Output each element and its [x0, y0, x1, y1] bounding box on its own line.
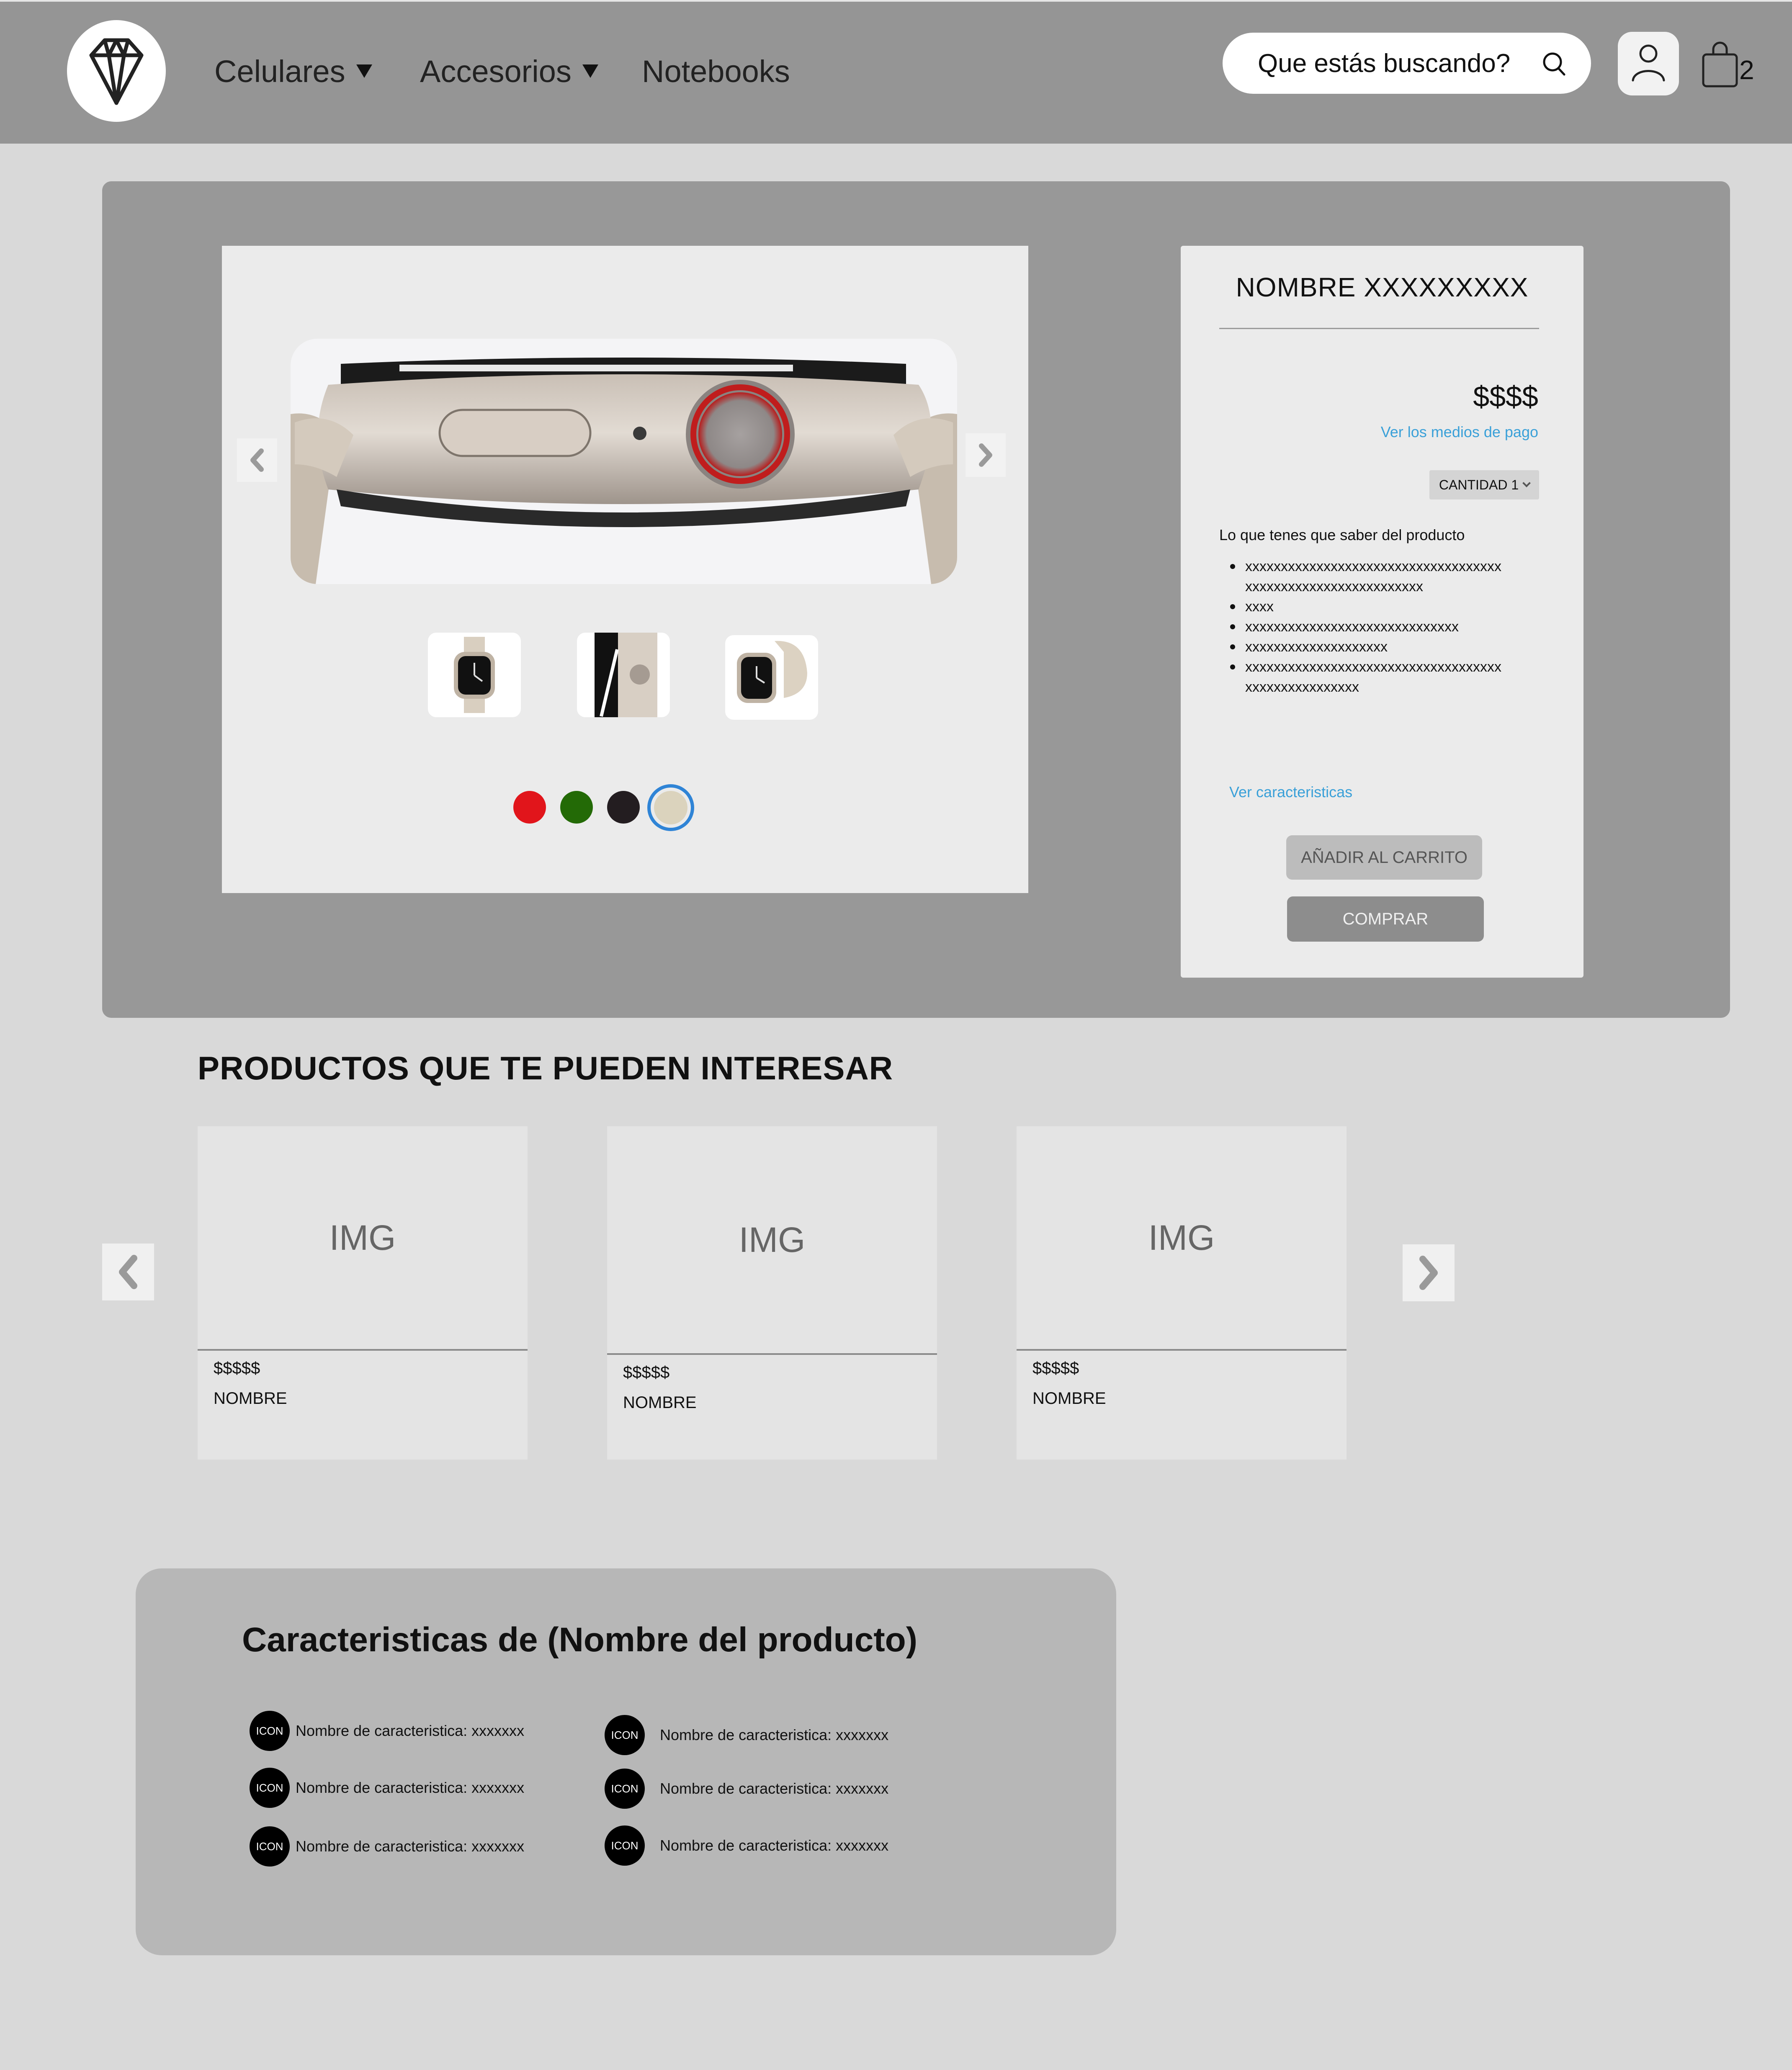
- search-placeholder: Que estás buscando?: [1258, 49, 1511, 78]
- product-card-image: IMG: [198, 1126, 528, 1351]
- nav-accesorios-label: Accesorios: [420, 54, 572, 89]
- list-item: xxxxxxxxxxxxxxxxxxxx: [1219, 637, 1504, 657]
- chevron-right-icon: [979, 443, 992, 467]
- list-item: xxxx: [1219, 597, 1504, 617]
- user-account-button[interactable]: [1618, 32, 1679, 95]
- feature-label: Nombre de caracteristica: xxxxxxx: [296, 1779, 525, 1796]
- nav-accesorios[interactable]: Accesorios: [420, 50, 598, 92]
- feature-icon: ICON: [250, 1711, 290, 1751]
- list-item: xxxxxxxxxxxxxxxxxxxxxxxxxxxxxxxxxxxxxxxx…: [1219, 556, 1504, 597]
- search-icon[interactable]: [1542, 51, 1567, 77]
- color-swatch-red[interactable]: [513, 791, 546, 824]
- product-card[interactable]: IMG $$$$$ NOMBRE: [607, 1126, 937, 1460]
- diamond-logo[interactable]: [67, 20, 166, 122]
- color-swatch-green[interactable]: [560, 791, 593, 824]
- payment-methods-link[interactable]: Ver los medios de pago: [1381, 423, 1538, 441]
- product-card-name: NOMBRE: [623, 1393, 697, 1412]
- watch-image: [291, 358, 957, 584]
- feature-label: Nombre de caracteristica: xxxxxxx: [660, 1837, 889, 1854]
- feature-icon: ICON: [605, 1769, 645, 1809]
- feature-icon: ICON: [250, 1826, 290, 1867]
- thumbnail-1[interactable]: [428, 633, 521, 717]
- chevron-right-icon: [1419, 1256, 1438, 1290]
- product-card[interactable]: IMG $$$$$ NOMBRE: [1017, 1126, 1347, 1460]
- buy-box: NOMBRE XXXXXXXXX $$$$ Ver los medios de …: [1181, 246, 1583, 978]
- chevron-down-icon: [1522, 479, 1531, 487]
- chevron-left-icon: [250, 448, 264, 472]
- thumbnail-2[interactable]: [577, 633, 670, 717]
- product-card-name: NOMBRE: [214, 1389, 287, 1408]
- product-card-name: NOMBRE: [1032, 1389, 1106, 1408]
- view-specs-link[interactable]: Ver caracteristicas: [1229, 783, 1352, 801]
- thumbnail-3[interactable]: [725, 635, 818, 720]
- quantity-label: CANTIDAD 1: [1439, 477, 1519, 492]
- cart-button[interactable]: 2: [1701, 39, 1759, 94]
- caret-down-icon: [582, 64, 598, 78]
- product-card[interactable]: IMG $$$$$ NOMBRE: [198, 1126, 528, 1460]
- buy-button[interactable]: COMPRAR: [1287, 896, 1484, 942]
- product-main-image: [291, 339, 957, 584]
- product-hero: NOMBRE XXXXXXXXX $$$$ Ver los medios de …: [102, 181, 1730, 1018]
- product-card-image: IMG: [607, 1126, 937, 1355]
- nav-celulares[interactable]: Celulares: [214, 50, 372, 92]
- nav-notebooks-label: Notebooks: [642, 54, 790, 89]
- feature-item: ICON Nombre de caracteristica: xxxxxxx: [250, 1826, 524, 1867]
- product-card-image: IMG: [1017, 1126, 1347, 1351]
- related-products-title: PRODUCTOS QUE TE PUEDEN INTERESAR: [198, 1050, 893, 1086]
- color-swatch-starlight[interactable]: [654, 791, 687, 824]
- product-gallery: [222, 246, 1028, 893]
- feature-label: Nombre de caracteristica: xxxxxxx: [296, 1838, 525, 1855]
- navbar: Celulares Accesorios Notebooks Que estás…: [0, 0, 1792, 144]
- feature-label: Nombre de caracteristica: xxxxxxx: [660, 1780, 889, 1797]
- diamond-icon: [89, 38, 144, 105]
- color-swatch-black[interactable]: [607, 791, 640, 824]
- related-next-button[interactable]: [1403, 1244, 1455, 1301]
- feature-item: ICON Nombre de caracteristica: xxxxxxx: [605, 1825, 888, 1866]
- search-input[interactable]: Que estás buscando?: [1223, 33, 1591, 94]
- watch-thumbnail-front: [454, 637, 495, 713]
- color-swatches: [222, 787, 1028, 829]
- watch-thumbnail-band: [737, 641, 807, 703]
- chevron-left-icon: [119, 1255, 137, 1289]
- related-prev-button[interactable]: [102, 1244, 154, 1300]
- watch-thumbnail-side: [595, 633, 657, 717]
- product-name: NOMBRE XXXXXXXXX: [1236, 272, 1529, 302]
- product-facts-title: Lo que tenes que saber del producto: [1219, 526, 1465, 543]
- feature-icon: ICON: [605, 1825, 645, 1866]
- feature-item: ICON Nombre de caracteristica: xxxxxxx: [250, 1768, 524, 1808]
- shopping-bag-icon: [1702, 41, 1738, 88]
- quantity-select[interactable]: CANTIDAD 1: [1429, 470, 1539, 499]
- product-card-price: $$$$$: [1032, 1359, 1079, 1377]
- list-item: xxxxxxxxxxxxxxxxxxxxxxxxxxxxxxxxxxxxxxxx…: [1219, 657, 1504, 697]
- nav-celulares-label: Celulares: [214, 54, 345, 89]
- feature-label: Nombre de caracteristica: xxxxxxx: [660, 1726, 889, 1743]
- divider: [1219, 328, 1539, 329]
- product-card-price: $$$$$: [214, 1359, 260, 1377]
- product-price: $$$$: [1473, 380, 1538, 413]
- list-item: xxxxxxxxxxxxxxxxxxxxxxxxxxxxxx: [1219, 617, 1504, 637]
- nav-notebooks[interactable]: Notebooks: [642, 50, 790, 92]
- gallery-next-button[interactable]: [966, 433, 1006, 477]
- feature-icon: ICON: [250, 1768, 290, 1808]
- cart-count-badge: 2: [1739, 55, 1754, 85]
- features-title: Caracteristicas de (Nombre del producto): [242, 1621, 918, 1659]
- feature-item: ICON Nombre de caracteristica: xxxxxxx: [605, 1715, 888, 1755]
- product-card-price: $$$$$: [623, 1363, 670, 1382]
- feature-icon: ICON: [605, 1715, 645, 1755]
- user-icon: [1632, 44, 1665, 82]
- feature-item: ICON Nombre de caracteristica: xxxxxxx: [250, 1711, 524, 1751]
- gallery-prev-button[interactable]: [237, 438, 277, 482]
- features-panel: Caracteristicas de (Nombre del producto)…: [136, 1568, 1116, 1955]
- product-facts-list: xxxxxxxxxxxxxxxxxxxxxxxxxxxxxxxxxxxxxxxx…: [1219, 556, 1504, 697]
- add-to-cart-button[interactable]: AÑADIR AL CARRITO: [1286, 835, 1482, 880]
- caret-down-icon: [356, 64, 372, 78]
- feature-label: Nombre de caracteristica: xxxxxxx: [296, 1722, 525, 1739]
- feature-item: ICON Nombre de caracteristica: xxxxxxx: [605, 1769, 888, 1809]
